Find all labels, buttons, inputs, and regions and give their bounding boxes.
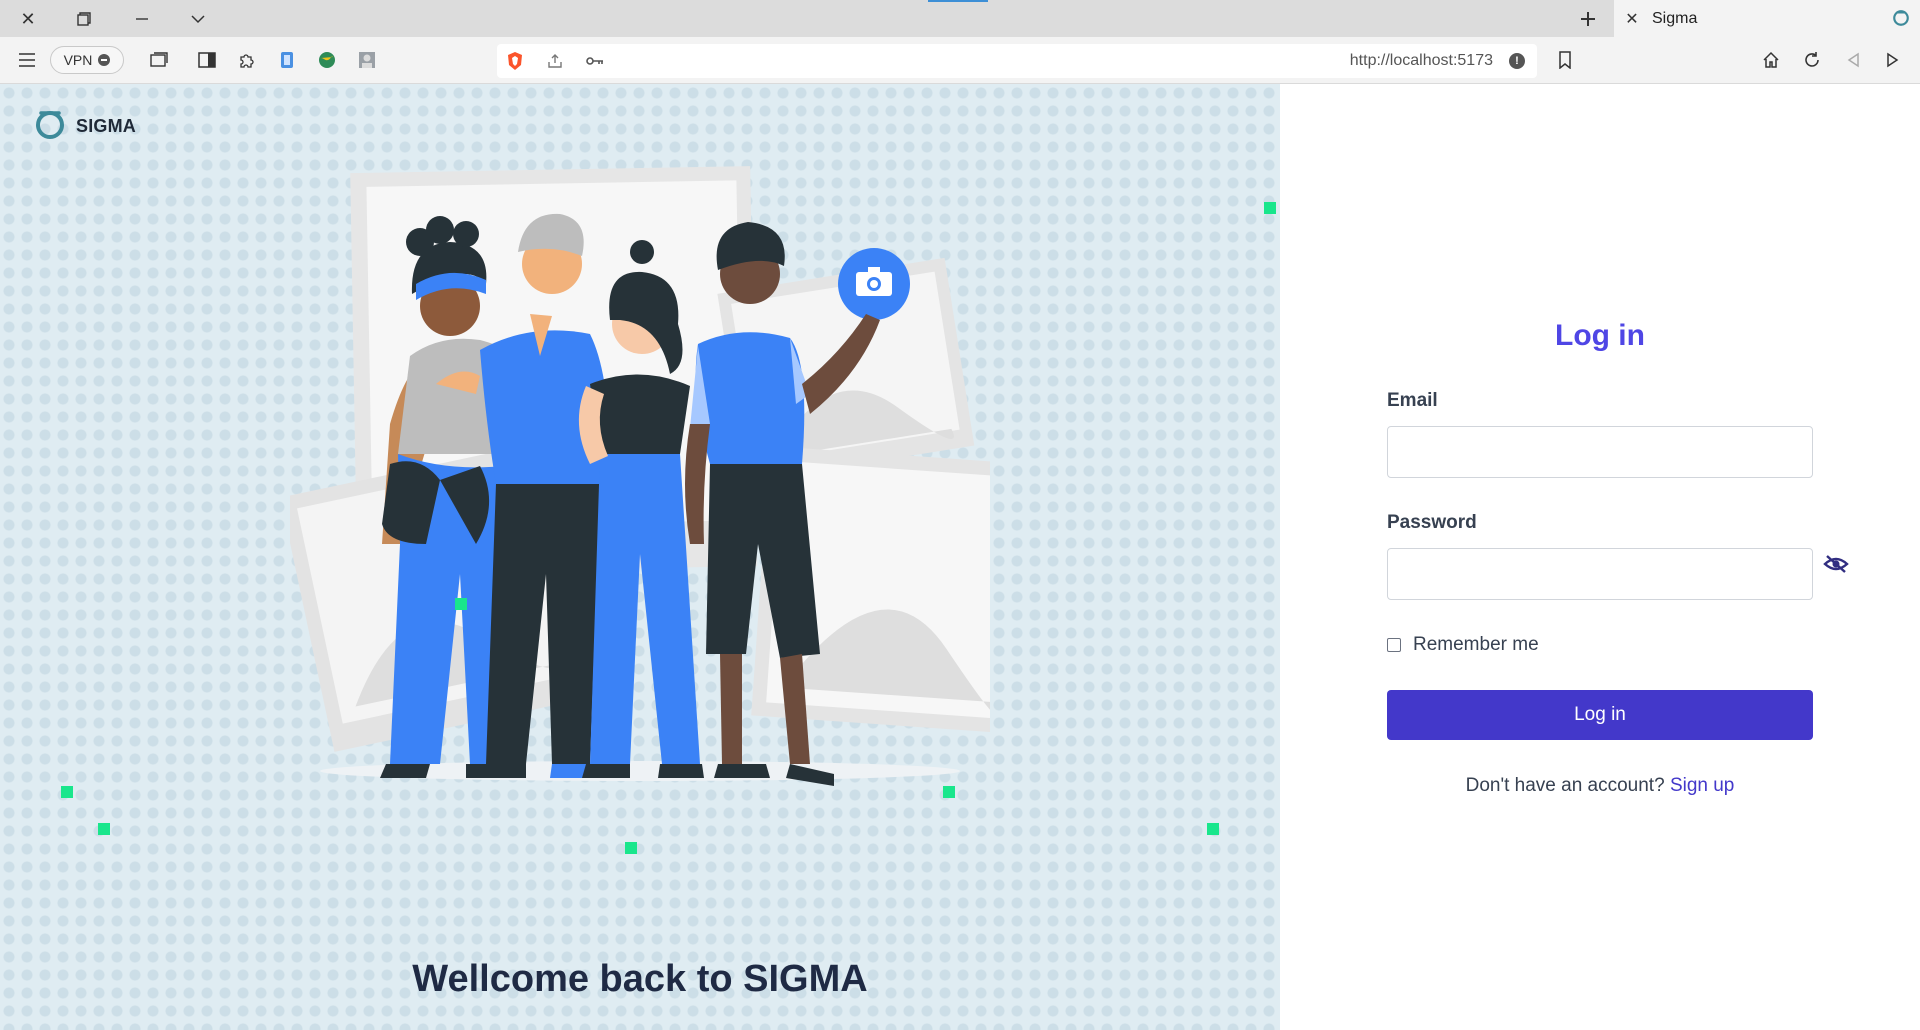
vpn-button[interactable]: VPN xyxy=(50,46,124,74)
profile-extension-icon[interactable] xyxy=(355,48,379,72)
vpn-status-icon xyxy=(98,54,111,66)
password-field[interactable] xyxy=(1387,548,1813,600)
tab-indicator xyxy=(928,0,988,2)
restore-window-icon[interactable] xyxy=(72,7,96,31)
menu-hamburger-icon[interactable] xyxy=(15,48,39,72)
highlight-square xyxy=(1207,823,1219,835)
address-bar[interactable]: http://localhost:5173 ! xyxy=(497,44,1537,78)
email-field[interactable] xyxy=(1387,426,1813,478)
tab-sigma[interactable]: ✕ Sigma xyxy=(1614,0,1920,37)
site-info-icon[interactable]: ! xyxy=(1509,53,1525,69)
sigma-logo-icon xyxy=(34,108,66,145)
sigma-favicon-icon xyxy=(1892,9,1910,32)
reload-icon[interactable] xyxy=(1800,48,1824,72)
globe-extension-icon[interactable] xyxy=(315,48,339,72)
highlight-square xyxy=(455,598,467,610)
browser-tab-strip: ✕ ✕ Sigma xyxy=(0,0,1920,37)
highlight-square xyxy=(61,786,73,798)
minimize-window-icon[interactable] xyxy=(130,7,154,31)
eye-slash-icon[interactable] xyxy=(1823,554,1849,579)
sidebar-toggle-icon[interactable] xyxy=(195,48,219,72)
brand-name: SIGMA xyxy=(76,116,137,136)
remember-me-row[interactable]: Remember me xyxy=(1387,634,1539,656)
highlight-square xyxy=(1264,202,1276,214)
tab-list-chevron-icon[interactable] xyxy=(186,7,210,31)
extensions-puzzle-icon[interactable] xyxy=(234,48,258,72)
signup-prompt: Don't have an account? xyxy=(1465,775,1665,796)
share-icon[interactable] xyxy=(543,49,567,73)
tab-manager-icon[interactable] xyxy=(147,48,171,72)
vpn-label: VPN xyxy=(63,52,93,68)
signup-link[interactable]: Sign up xyxy=(1670,775,1734,796)
url-text[interactable]: http://localhost:5173 xyxy=(1350,52,1493,70)
signup-row: Don't have an account? Sign up xyxy=(1280,775,1920,797)
remember-me-checkbox[interactable] xyxy=(1387,638,1401,652)
bookmark-icon[interactable] xyxy=(1553,48,1577,72)
camera-icon xyxy=(838,248,910,320)
remember-me-label: Remember me xyxy=(1413,634,1539,655)
highlight-square xyxy=(943,786,955,798)
tab-title: Sigma xyxy=(1652,9,1698,27)
browser-toolbar: VPN http://localhost:5173 ! xyxy=(0,37,1920,84)
brave-shield-icon[interactable] xyxy=(503,49,527,73)
tab-close-icon[interactable]: ✕ xyxy=(1622,9,1642,29)
back-icon[interactable] xyxy=(1841,48,1865,72)
close-window-icon[interactable]: ✕ xyxy=(16,7,40,31)
friends-group-illustration xyxy=(280,124,1030,809)
page-content: SIGMA Wellcome back to SIGMA Log in Emai… xyxy=(0,84,1920,1030)
brand[interactable]: SIGMA xyxy=(34,108,136,145)
password-label: Password xyxy=(1387,512,1477,533)
home-icon[interactable] xyxy=(1759,48,1783,72)
highlight-square xyxy=(625,842,637,854)
welcome-heading: Wellcome back to SIGMA xyxy=(412,958,868,1000)
password-key-icon[interactable] xyxy=(583,49,607,73)
hero-panel: SIGMA Wellcome back to SIGMA xyxy=(0,84,1280,1030)
forward-icon[interactable] xyxy=(1881,48,1905,72)
new-tab-plus-icon[interactable] xyxy=(1576,7,1600,31)
login-title: Log in xyxy=(1555,319,1645,352)
login-submit-button[interactable]: Log in xyxy=(1387,690,1813,740)
email-label: Email xyxy=(1387,390,1438,411)
wallet-extension-icon[interactable] xyxy=(275,48,299,72)
login-panel: Log in Email Password Remember me Log in… xyxy=(1280,84,1920,1030)
highlight-square xyxy=(98,823,110,835)
